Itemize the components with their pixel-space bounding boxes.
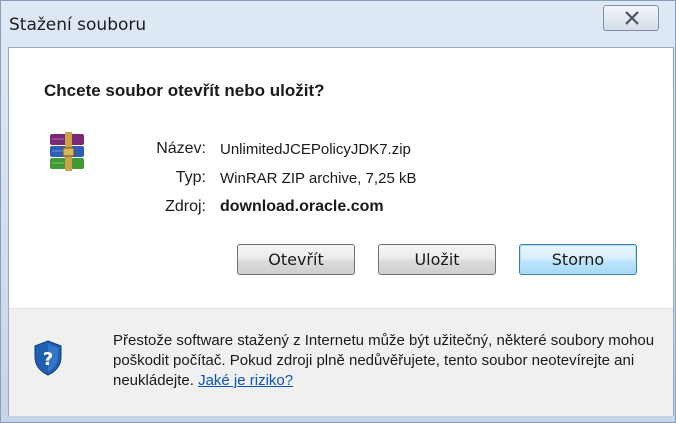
file-type-value: WinRAR ZIP archive, 7,25 kB [220, 170, 417, 187]
close-button[interactable] [603, 5, 659, 31]
security-warning-footer: ? Přestože software stažený z Internetu … [9, 308, 673, 416]
type-label: Typ: [175, 169, 206, 186]
window-title: Stažení souboru [9, 15, 147, 35]
svg-text:?: ? [43, 349, 53, 370]
name-label: Název: [156, 140, 206, 157]
source-label: Zdroj: [165, 198, 206, 215]
warning-message: Přestože software stažený z Internetu mů… [113, 332, 655, 389]
open-button[interactable]: Otevřít [237, 244, 355, 275]
security-warning-text: Přestože software stažený z Internetu mů… [113, 331, 658, 391]
winrar-archive-icon [50, 132, 84, 171]
dialog-client-area: Chcete soubor otevřít nebo uložit? Název… [8, 47, 674, 416]
download-dialog-window: Stažení souboru Chcete soubor otevřít ne… [0, 0, 676, 423]
dialog-question: Chcete soubor otevřít nebo uložit? [44, 81, 325, 100]
file-name-value: UnlimitedJCEPolicyJDK7.zip [220, 141, 411, 158]
risk-link[interactable]: Jaké je riziko? [198, 372, 293, 389]
security-shield-icon: ? [34, 340, 62, 376]
cancel-button[interactable]: Storno [519, 244, 637, 275]
save-button[interactable]: Uložit [378, 244, 496, 275]
close-icon [625, 11, 639, 25]
title-bar[interactable]: Stažení souboru [1, 1, 675, 45]
source-value: download.oracle.com [220, 198, 384, 215]
